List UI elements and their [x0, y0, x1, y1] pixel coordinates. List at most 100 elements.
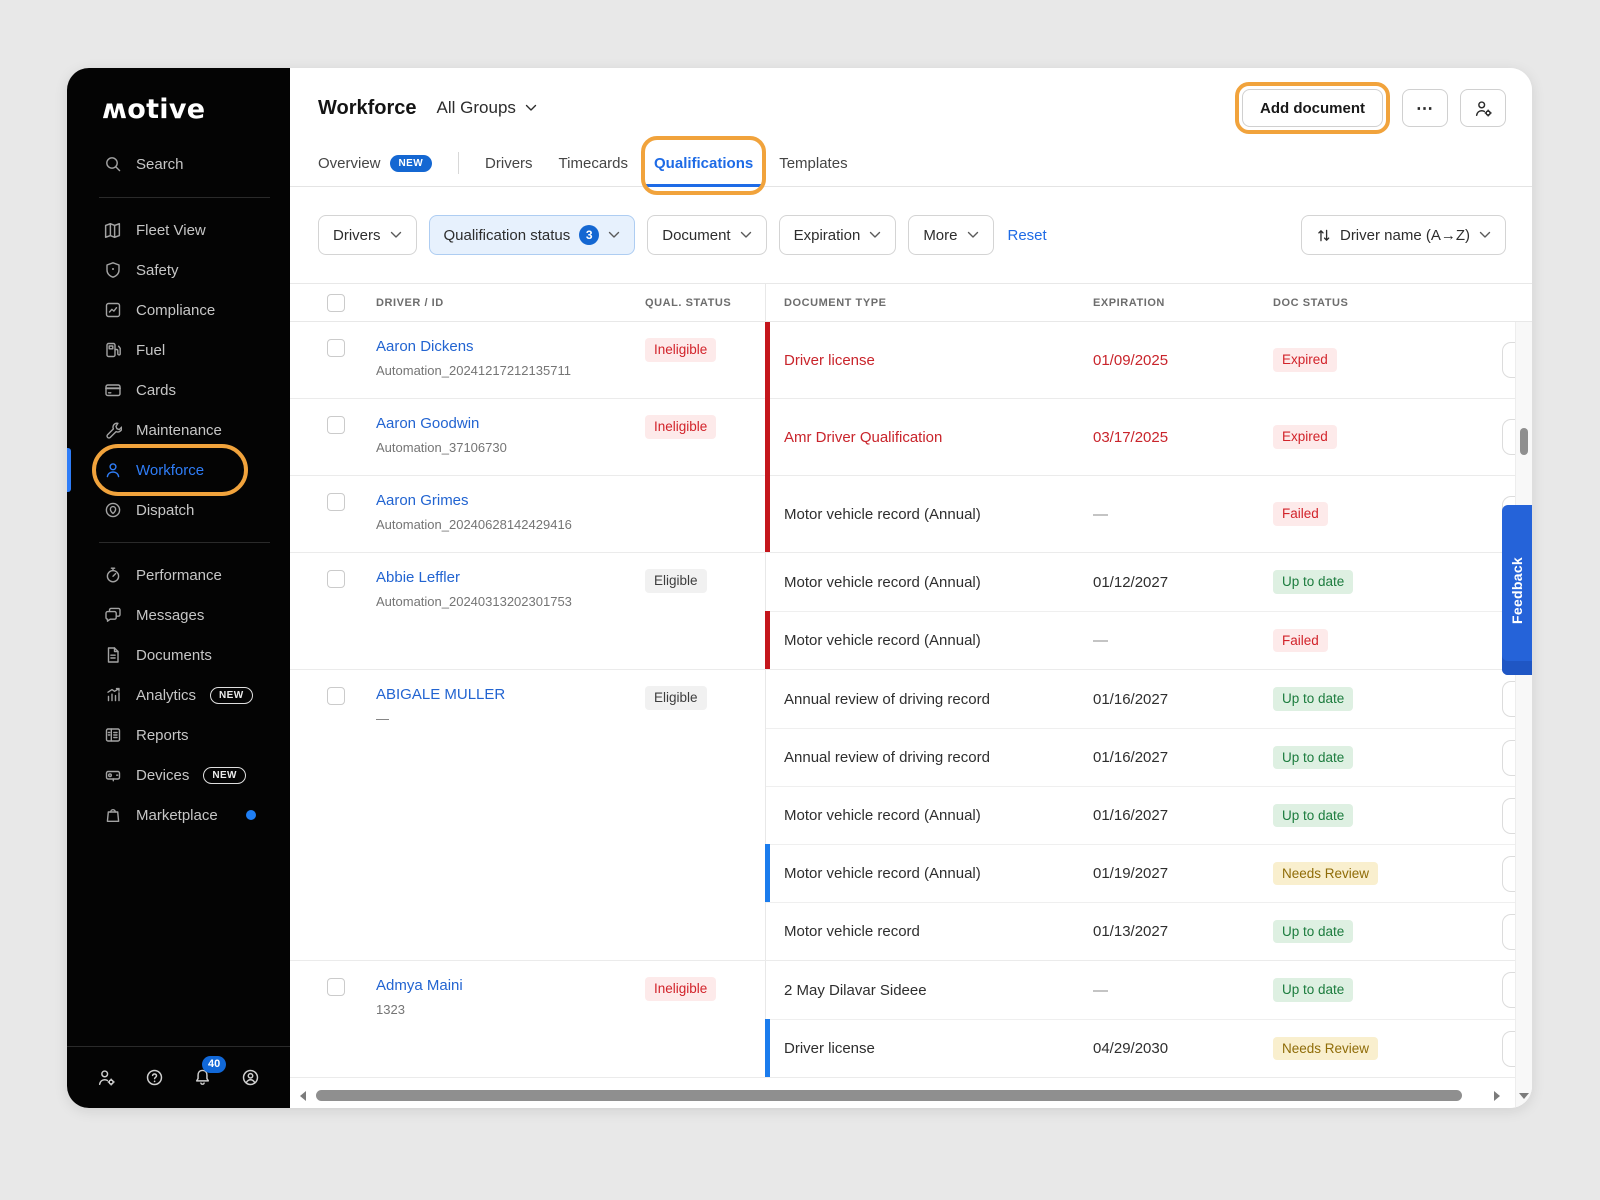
doc-status-cell: Failed: [1273, 629, 1532, 653]
driver-link[interactable]: Aaron Grimes: [376, 492, 469, 509]
account-icon[interactable]: [241, 1068, 260, 1087]
sidebar-item-fuel[interactable]: Fuel: [67, 330, 290, 370]
sidebar-divider: [99, 197, 270, 198]
tab-templates[interactable]: Templates: [779, 140, 847, 186]
sort-button[interactable]: Driver name (A→Z): [1301, 215, 1506, 255]
driver-id: —: [376, 711, 635, 726]
filter-qualification-status[interactable]: Qualification status3: [429, 215, 636, 255]
app-window: ʍotive Search Fleet ViewSafetyCompliance…: [67, 68, 1532, 1108]
sidebar-search[interactable]: Search: [67, 143, 290, 185]
qual-status-cell: Ineligible: [645, 977, 765, 1001]
expiration-date: 01/09/2025: [1093, 352, 1273, 369]
row-checkbox[interactable]: [327, 978, 345, 996]
driver-link[interactable]: Aaron Dickens: [376, 338, 474, 355]
doc-status-badge: Failed: [1273, 502, 1328, 526]
help-icon[interactable]: [145, 1068, 164, 1087]
row-action-button[interactable]: [1502, 1031, 1516, 1067]
add-document-button[interactable]: Add document: [1242, 89, 1383, 127]
sidebar-item-safety[interactable]: Safety: [67, 250, 290, 290]
driver-group: Aaron GoodwinAutomation_37106730Ineligib…: [290, 399, 1532, 476]
tab-overview[interactable]: OverviewNEW: [318, 140, 432, 186]
qual-status-badge: Ineligible: [645, 338, 716, 362]
row-action-button[interactable]: [1502, 856, 1516, 892]
filter-document[interactable]: Document: [647, 215, 766, 255]
tab-timecards[interactable]: Timecards: [559, 140, 628, 186]
driver-cell: Aaron GoodwinAutomation_37106730Ineligib…: [290, 399, 765, 475]
feedback-tab[interactable]: Feedback: [1502, 505, 1532, 675]
group-selector[interactable]: All Groups: [437, 98, 537, 118]
tabs-divider: [458, 152, 459, 174]
chevron-down-icon: [525, 104, 537, 112]
tab-label: Overview: [318, 155, 381, 172]
row-checkbox[interactable]: [327, 339, 345, 357]
driver-link[interactable]: Admya Maini: [376, 977, 463, 994]
user-settings-button[interactable]: [1460, 89, 1506, 127]
sidebar-item-compliance[interactable]: Compliance: [67, 290, 290, 330]
doc-status-badge: Up to date: [1273, 978, 1353, 1002]
sidebar-item-documents[interactable]: Documents: [67, 635, 290, 675]
driver-cell: ABIGALE MULLER—Eligible: [290, 670, 765, 960]
vertical-scrollbar-thumb[interactable]: [1520, 428, 1528, 455]
more-actions-button[interactable]: ⋯: [1402, 89, 1448, 127]
doc-row: Motor vehicle record (Annual)01/12/2027U…: [766, 553, 1532, 611]
notifications-bell[interactable]: 40: [193, 1068, 212, 1087]
sidebar-nav: Fleet View SafetyComplianceFuelCardsMaint…: [67, 210, 290, 835]
status-bar-red: [765, 398, 770, 475]
expiration-date: 04/29/2030: [1093, 1040, 1273, 1057]
select-all-checkbox[interactable]: [327, 294, 345, 312]
row-action-button[interactable]: [1502, 342, 1516, 378]
filter-drivers[interactable]: Drivers: [318, 215, 417, 255]
scroll-right-arrow-icon[interactable]: [1494, 1091, 1500, 1101]
doc-row: Amr Driver Qualification03/17/2025Expire…: [766, 399, 1532, 475]
tab-qualifications[interactable]: Qualifications: [654, 140, 753, 186]
chevron-down-icon: [740, 231, 752, 239]
row-action-button[interactable]: [1502, 681, 1516, 717]
row-action-button[interactable]: [1502, 914, 1516, 950]
sidebar-item-marketplace[interactable]: Marketplace: [67, 795, 290, 835]
filter-buttons: Drivers Qualification status3 Document Expi…: [318, 215, 994, 255]
reset-filters-link[interactable]: Reset: [1008, 227, 1047, 244]
sidebar-item-reports[interactable]: Reports: [67, 715, 290, 755]
sort-icon: [1316, 228, 1331, 243]
doc-status-cell: Expired: [1273, 348, 1532, 372]
messages-icon: [103, 606, 122, 624]
row-action-button[interactable]: [1502, 740, 1516, 776]
driver-link[interactable]: Abbie Leffler: [376, 569, 460, 586]
sidebar-item-performance[interactable]: Performance: [67, 555, 290, 595]
row-checkbox[interactable]: [327, 687, 345, 705]
driver-info: Aaron GoodwinAutomation_37106730: [376, 415, 645, 455]
row-checkbox[interactable]: [327, 493, 345, 511]
sidebar-item-dispatch[interactable]: Dispatch: [67, 490, 290, 530]
sidebar-item-analytics[interactable]: AnalyticsNEW: [67, 675, 290, 715]
row-action-button[interactable]: [1502, 419, 1516, 455]
expiration-date: —: [1093, 982, 1273, 999]
sidebar-item-label: Fleet View: [136, 222, 206, 239]
sidebar-item-workforce[interactable]: Workforce: [67, 450, 290, 490]
scroll-left-arrow-icon[interactable]: [300, 1091, 306, 1101]
sidebar-item-maintenance[interactable]: Maintenance: [67, 410, 290, 450]
tab-label: Drivers: [485, 155, 533, 172]
row-checkbox[interactable]: [327, 416, 345, 434]
driver-link[interactable]: ABIGALE MULLER: [376, 686, 505, 703]
doc-row: Motor vehicle record (Annual)01/19/2027N…: [766, 844, 1532, 902]
filter-more[interactable]: More: [908, 215, 993, 255]
scroll-down-arrow-icon[interactable]: [1519, 1093, 1529, 1099]
row-action-button[interactable]: [1502, 972, 1516, 1008]
row-action-button[interactable]: [1502, 798, 1516, 834]
horizontal-scrollbar-thumb[interactable]: [316, 1090, 1462, 1101]
sort-label: Driver name (A→Z): [1340, 227, 1470, 244]
document-type: Driver license: [784, 1040, 1093, 1057]
row-checkbox[interactable]: [327, 570, 345, 588]
vertical-scrollbar[interactable]: [1515, 322, 1532, 1108]
sidebar-item-cards[interactable]: Cards: [67, 370, 290, 410]
sidebar-item-devices[interactable]: DevicesNEW: [67, 755, 290, 795]
user-gear-icon[interactable]: [97, 1068, 116, 1087]
horizontal-scrollbar[interactable]: [300, 1089, 1502, 1102]
driver-link[interactable]: Aaron Goodwin: [376, 415, 479, 432]
sidebar-item-fleet-view[interactable]: Fleet View: [67, 210, 290, 250]
filter-expiration[interactable]: Expiration: [779, 215, 897, 255]
doc-rows: Annual review of driving record01/16/202…: [765, 670, 1532, 960]
sidebar-item-messages[interactable]: Messages: [67, 595, 290, 635]
tab-drivers[interactable]: Drivers: [485, 140, 533, 186]
sidebar-item-label: Dispatch: [136, 502, 194, 519]
